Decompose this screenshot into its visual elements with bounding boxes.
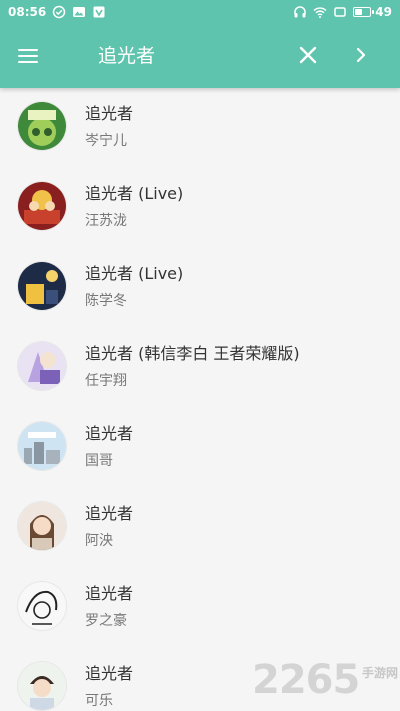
battery-indicator: 49	[353, 5, 392, 19]
song-artist: 汪苏泷	[85, 213, 127, 229]
chevron-right-icon[interactable]	[346, 40, 376, 70]
song-title: 追光者	[85, 584, 134, 603]
header: 08:56 49 追光者	[0, 0, 400, 88]
album-cover-avatar	[18, 102, 66, 150]
song-row[interactable]: 追光者 (Live) 陈学冬	[0, 248, 400, 328]
status-right: 49	[293, 4, 392, 20]
song-artist: 可乐	[85, 693, 113, 709]
song-title: 追光者 (韩信李白 王者荣耀版)	[85, 344, 300, 363]
screen-rotation-icon	[333, 5, 347, 19]
song-artist: 国哥	[85, 453, 113, 469]
album-cover-avatar	[18, 502, 66, 550]
song-title: 追光者	[85, 664, 134, 683]
album-cover-avatar	[18, 582, 66, 630]
album-cover-avatar	[18, 662, 66, 710]
song-title: 追光者	[85, 424, 134, 443]
song-row[interactable]: 追光者 可乐	[0, 648, 400, 711]
song-artist: 罗之豪	[85, 613, 127, 629]
song-row[interactable]: 追光者 (Live) 汪苏泷	[0, 168, 400, 248]
album-cover-avatar	[18, 342, 66, 390]
song-row[interactable]: 追光者 岑宁儿	[0, 88, 400, 168]
search-query[interactable]: 追光者	[98, 44, 155, 68]
song-title: 追光者 (Live)	[85, 264, 184, 283]
song-title: 追光者	[85, 104, 134, 123]
song-list: 追光者 岑宁儿 追光者 (Live) 汪苏泷 追光者 (Live) 陈学冬 追光…	[0, 88, 400, 711]
status-left: 08:56	[8, 4, 106, 20]
song-artist: 阿泱	[85, 533, 113, 549]
battery-icon	[353, 7, 375, 17]
album-cover-avatar	[18, 262, 66, 310]
status-time: 08:56	[8, 5, 47, 19]
album-cover-avatar	[18, 182, 66, 230]
song-row[interactable]: 追光者 罗之豪	[0, 568, 400, 648]
song-row[interactable]: 追光者 (韩信李白 王者荣耀版) 任宇翔	[0, 328, 400, 408]
app-root: 08:56 49 追光者 追光者 岑宁儿 追光者 (Live) 汪苏泷 追光者 …	[0, 0, 400, 711]
wifi-icon	[313, 5, 327, 19]
status-bar: 08:56 49	[0, 0, 400, 24]
headphones-icon	[293, 5, 307, 19]
song-artist: 岑宁儿	[85, 133, 127, 149]
song-row[interactable]: 追光者 阿泱	[0, 488, 400, 568]
close-icon[interactable]	[293, 40, 323, 70]
toolbar: 追光者	[0, 24, 400, 88]
song-row[interactable]: 追光者 国哥	[0, 408, 400, 488]
song-artist: 任宇翔	[85, 373, 127, 389]
song-title: 追光者	[85, 504, 134, 523]
shield-app-icon	[92, 5, 106, 19]
image-message-icon	[72, 5, 86, 19]
battery-percent: 49	[375, 5, 392, 19]
song-title: 追光者 (Live)	[85, 184, 184, 203]
check-circle-icon	[52, 5, 66, 19]
song-artist: 陈学冬	[85, 293, 127, 309]
album-cover-avatar	[18, 422, 66, 470]
hamburger-menu-icon[interactable]	[14, 42, 42, 70]
